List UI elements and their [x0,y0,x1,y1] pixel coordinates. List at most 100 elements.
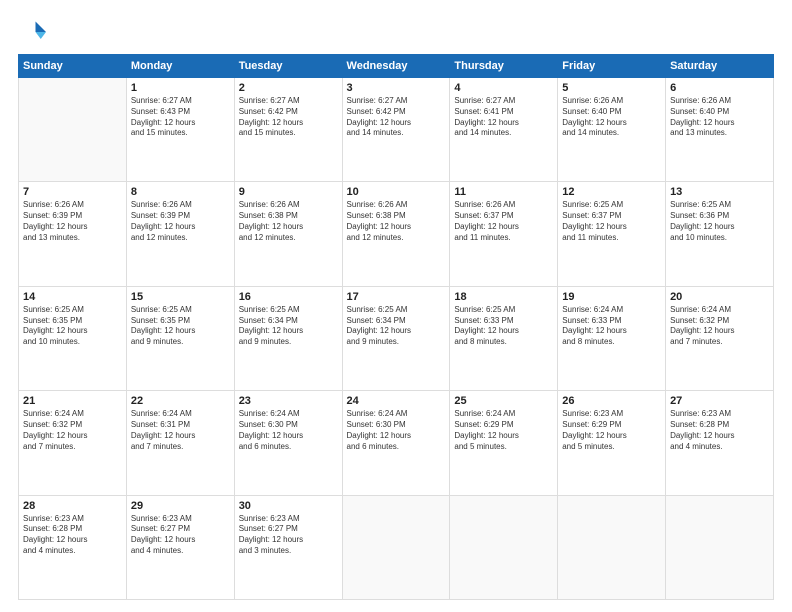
calendar-week-row: 28Sunrise: 6:23 AMSunset: 6:28 PMDayligh… [19,495,774,599]
day-info: Sunrise: 6:25 AMSunset: 6:37 PMDaylight:… [562,200,661,243]
day-number: 21 [23,395,122,407]
calendar-cell: 20 Sunrise: 6:24 AMSunset: 6:32 PMDayligh… [666,286,774,390]
calendar-cell: 29 Sunrise: 6:23 AMSunset: 6:27 PMDayligh… [126,495,234,599]
calendar-week-row: 21 Sunrise: 6:24 AMSunset: 6:32 PMDayligh… [19,391,774,495]
calendar-cell: 7 Sunrise: 6:26 AMSunset: 6:39 PMDaylight… [19,182,127,286]
logo-icon [18,18,46,46]
day-number: 10 [347,186,446,198]
day-number: 17 [347,291,446,303]
calendar-cell: 23Sunrise: 6:24 AMSunset: 6:30 PMDayligh… [234,391,342,495]
calendar-table: SundayMondayTuesdayWednesdayThursdayFrid… [18,54,774,600]
day-number: 28 [23,500,122,512]
day-info: Sunrise: 6:23 AMSunset: 6:28 PMDaylight:… [670,409,769,452]
calendar-cell: 30 Sunrise: 6:23 AMSunset: 6:27 PMDayligh… [234,495,342,599]
day-number: 8 [131,186,230,198]
calendar-cell: 6 Sunrise: 6:26 AMSunset: 6:40 PMDaylight… [666,78,774,182]
calendar-cell: 5Sunrise: 6:26 AMSunset: 6:40 PMDaylight… [558,78,666,182]
day-number: 24 [347,395,446,407]
day-number: 26 [562,395,661,407]
day-number: 14 [23,291,122,303]
day-number: 20 [670,291,769,303]
day-number: 29 [131,500,230,512]
day-number: 7 [23,186,122,198]
day-number: 15 [131,291,230,303]
day-number: 19 [562,291,661,303]
day-info: Sunrise: 6:25 AMSunset: 6:34 PMDaylight:… [239,305,338,348]
calendar-cell: 26 Sunrise: 6:23 AMSunset: 6:29 PMDayligh… [558,391,666,495]
day-info: Sunrise: 6:24 AMSunset: 6:32 PMDaylight:… [670,305,769,348]
calendar-cell: 17 Sunrise: 6:25 AMSunset: 6:34 PMDayligh… [342,286,450,390]
calendar-cell: 22 Sunrise: 6:24 AMSunset: 6:31 PMDayligh… [126,391,234,495]
calendar-cell [19,78,127,182]
calendar-cell: 14Sunrise: 6:25 AMSunset: 6:35 PMDayligh… [19,286,127,390]
header [18,18,774,46]
day-number: 13 [670,186,769,198]
calendar-cell: 15 Sunrise: 6:25 AMSunset: 6:35 PMDayligh… [126,286,234,390]
day-info: Sunrise: 6:26 AMSunset: 6:38 PMDaylight:… [347,200,446,243]
day-info: Sunrise: 6:27 AMSunset: 6:43 PMDaylight:… [131,96,230,139]
calendar-cell: 12 Sunrise: 6:25 AMSunset: 6:37 PMDayligh… [558,182,666,286]
calendar-cell [342,495,450,599]
day-info: Sunrise: 6:24 AMSunset: 6:29 PMDaylight:… [454,409,553,452]
calendar-cell: 9Sunrise: 6:26 AMSunset: 6:38 PMDaylight… [234,182,342,286]
calendar-cell: 25 Sunrise: 6:24 AMSunset: 6:29 PMDayligh… [450,391,558,495]
day-info: Sunrise: 6:25 AMSunset: 6:33 PMDaylight:… [454,305,553,348]
calendar-cell [450,495,558,599]
day-info: Sunrise: 6:24 AMSunset: 6:31 PMDaylight:… [131,409,230,452]
calendar-cell: 13 Sunrise: 6:25 AMSunset: 6:36 PMDayligh… [666,182,774,286]
day-info: Sunrise: 6:26 AMSunset: 6:39 PMDaylight:… [131,200,230,243]
day-info: Sunrise: 6:25 AMSunset: 6:36 PMDaylight:… [670,200,769,243]
day-info: Sunrise: 6:27 AMSunset: 6:42 PMDaylight:… [239,96,338,139]
calendar-header-sunday: Sunday [19,55,127,78]
calendar-cell: 1 Sunrise: 6:27 AMSunset: 6:43 PMDaylight… [126,78,234,182]
day-info: Sunrise: 6:25 AMSunset: 6:35 PMDaylight:… [131,305,230,348]
day-info: Sunrise: 6:25 AMSunset: 6:34 PMDaylight:… [347,305,446,348]
calendar-cell: 10 Sunrise: 6:26 AMSunset: 6:38 PMDayligh… [342,182,450,286]
day-number: 16 [239,291,338,303]
day-info: Sunrise: 6:23 AMSunset: 6:27 PMDaylight:… [131,514,230,557]
calendar-cell: 27 Sunrise: 6:23 AMSunset: 6:28 PMDayligh… [666,391,774,495]
day-info: Sunrise: 6:26 AMSunset: 6:40 PMDaylight:… [670,96,769,139]
calendar-header-wednesday: Wednesday [342,55,450,78]
calendar-header-tuesday: Tuesday [234,55,342,78]
calendar-cell: 16 Sunrise: 6:25 AMSunset: 6:34 PMDayligh… [234,286,342,390]
calendar-header-row: SundayMondayTuesdayWednesdayThursdayFrid… [19,55,774,78]
calendar-week-row: 7 Sunrise: 6:26 AMSunset: 6:39 PMDaylight… [19,182,774,286]
calendar-header-saturday: Saturday [666,55,774,78]
day-number: 4 [454,82,553,94]
calendar-cell: 18 Sunrise: 6:25 AMSunset: 6:33 PMDayligh… [450,286,558,390]
day-number: 1 [131,82,230,94]
day-info: Sunrise: 6:27 AMSunset: 6:42 PMDaylight:… [347,96,446,139]
day-info: Sunrise: 6:23 AMSunset: 6:29 PMDaylight:… [562,409,661,452]
calendar-cell: 19 Sunrise: 6:24 AMSunset: 6:33 PMDayligh… [558,286,666,390]
calendar-cell: 3 Sunrise: 6:27 AMSunset: 6:42 PMDaylight… [342,78,450,182]
calendar-header-thursday: Thursday [450,55,558,78]
day-number: 2 [239,82,338,94]
calendar-week-row: 14 Sunrise: 6:25 AMSunset: 6:35 PMDayligh… [19,286,774,390]
day-info: Sunrise: 6:26 AMSunset: 6:39 PMDaylight:… [23,200,122,243]
calendar-cell: 24 Sunrise: 6:24 AMSunset: 6:30 PMDayligh… [342,391,450,495]
day-number: 6 [670,82,769,94]
calendar-cell: 21 Sunrise: 6:24 AMSunset: 6:32 PMDayligh… [19,391,127,495]
day-number: 23 [239,395,338,407]
day-info: Sunrise: 6:23 AMSunset: 6:27 PMDaylight:… [239,514,338,557]
day-info: Sunrise: 6:24 AMSunset: 6:30 PMDaylight:… [347,409,446,452]
day-number: 30 [239,500,338,512]
day-info: Sunrise: 6:24 AMSunset: 6:33 PMDaylight:… [562,305,661,348]
day-info: Sunrise: 6:26 AMSunset: 6:37 PMDaylight:… [454,200,553,243]
day-number: 18 [454,291,553,303]
day-number: 25 [454,395,553,407]
day-number: 12 [562,186,661,198]
day-number: 22 [131,395,230,407]
day-number: 27 [670,395,769,407]
day-info: Sunrise: 6:24 AMSunset: 6:32 PMDaylight:… [23,409,122,452]
calendar-cell: 11 Sunrise: 6:26 AMSunset: 6:37 PMDayligh… [450,182,558,286]
day-info: Sunrise: 6:26 AMSunset: 6:38 PMDaylight:… [239,200,338,243]
day-number: 11 [454,186,553,198]
calendar-cell: 8 Sunrise: 6:26 AMSunset: 6:39 PMDaylight… [126,182,234,286]
day-number: 5 [562,82,661,94]
day-number: 3 [347,82,446,94]
calendar-cell [666,495,774,599]
day-info: Sunrise: 6:27 AMSunset: 6:41 PMDaylight:… [454,96,553,139]
calendar-header-friday: Friday [558,55,666,78]
